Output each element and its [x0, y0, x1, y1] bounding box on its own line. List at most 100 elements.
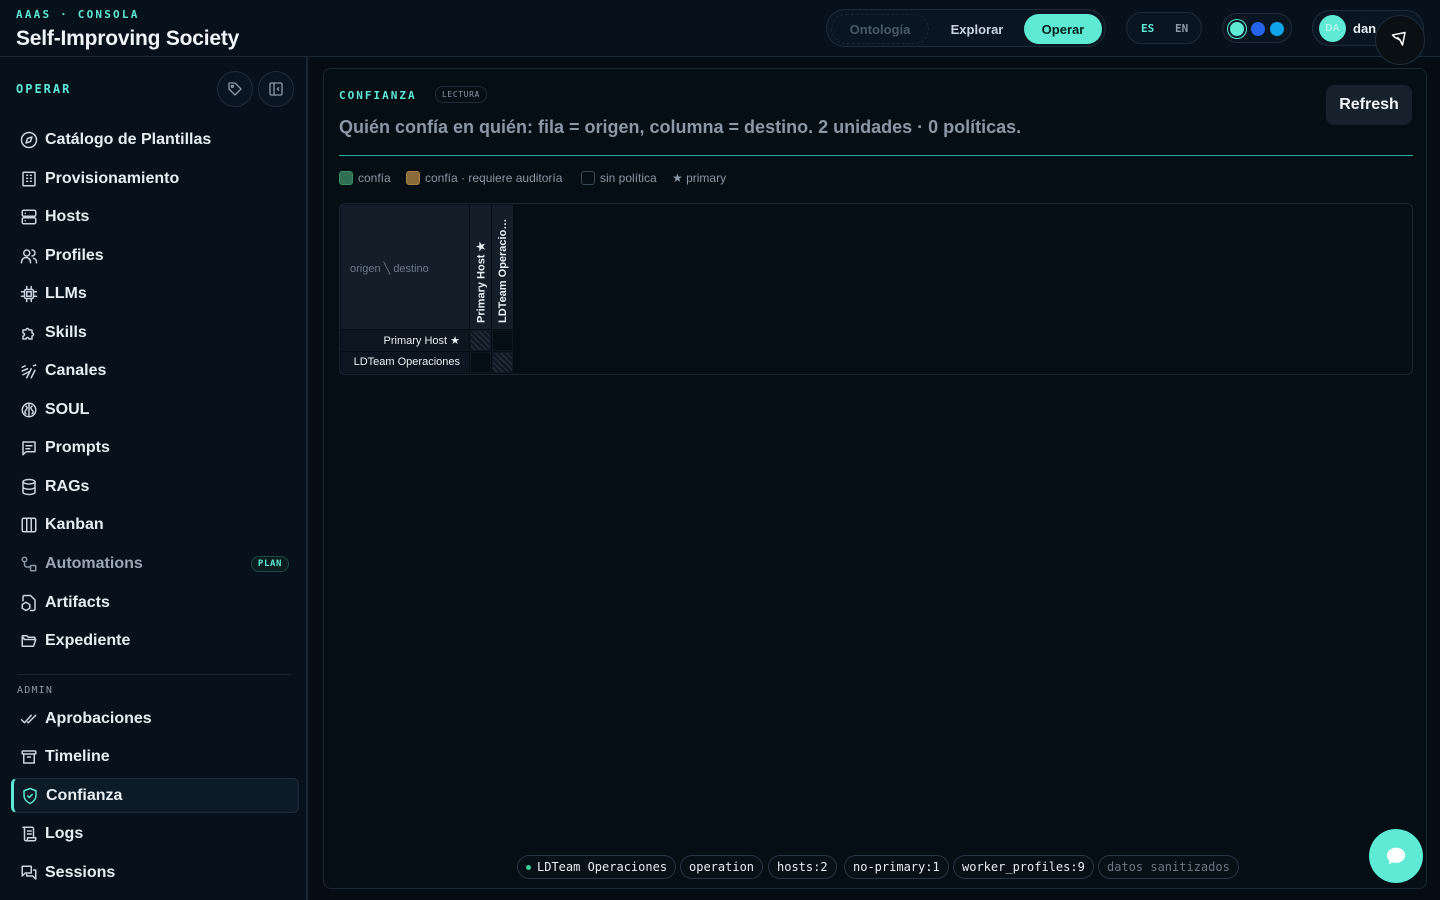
- building-icon: [22, 171, 36, 187]
- antenna-icon: [21, 364, 37, 379]
- theme-switch: [1222, 13, 1292, 43]
- chat-bubble-icon: [1386, 847, 1406, 865]
- sidebar-item-llms[interactable]: LLMs: [11, 276, 299, 311]
- sidebar-item-label: Hosts: [45, 208, 90, 225]
- matrix-column-header[interactable]: Primary Host ★: [470, 205, 491, 329]
- sidebar-item-profiles[interactable]: Profiles: [11, 238, 299, 273]
- matrix-row-header[interactable]: LDTeam Operaciones: [341, 352, 469, 373]
- sidebar-item-catalogo[interactable]: Catálogo de Plantillas: [11, 122, 299, 157]
- database-icon: [22, 478, 36, 496]
- matrix-row-header[interactable]: Primary Host ★: [341, 330, 469, 351]
- mode-ontologia-button[interactable]: Ontología: [831, 14, 929, 44]
- sidebar-item-label: Automations: [45, 555, 143, 572]
- app-title: Self-Improving Society: [16, 27, 240, 50]
- brain-icon: [21, 402, 37, 418]
- chip-team: LDTeam Operaciones: [517, 855, 677, 879]
- sidebar-item-prompts[interactable]: Prompts: [11, 430, 299, 465]
- chat-button[interactable]: [1369, 829, 1423, 883]
- sidebar-item-label: Timeline: [45, 748, 110, 765]
- lang-es-button[interactable]: ES: [1141, 22, 1154, 35]
- trust-panel: CONFIANZA LECTURA Quién confía en quién:…: [323, 68, 1427, 889]
- chip-mode: operation: [680, 855, 764, 879]
- sidebar-item-label: Artifacts: [45, 594, 110, 611]
- matrix-column-label: LDTeam Operacio…: [496, 218, 509, 323]
- matrix-corner-label: origen ╲ destino: [350, 263, 429, 275]
- sidebar-item-skills[interactable]: Skills: [11, 315, 299, 350]
- legend-swatch-trusts: [339, 171, 353, 185]
- theme-blue-button[interactable]: [1251, 22, 1265, 36]
- pin-tool-button[interactable]: [1375, 15, 1425, 65]
- matrix-row-label: Primary Host ★: [383, 335, 460, 347]
- legend-item-no-policy: sin política: [581, 171, 657, 185]
- chip-no-primary: no-primary:1: [844, 855, 949, 879]
- server-icon: [21, 209, 37, 225]
- chip-worker-profiles: worker_profiles:9: [953, 855, 1094, 879]
- matrix-cell[interactable]: [492, 330, 513, 351]
- legend-label: confía · requiere auditoría: [425, 171, 563, 185]
- status-dot: [526, 864, 531, 870]
- header-rule: [339, 155, 1413, 156]
- panel-kicker: CONFIANZA: [339, 89, 417, 102]
- compass-icon: [20, 131, 38, 149]
- sidebar-item-canales[interactable]: Canales: [11, 353, 299, 388]
- sidebar-item-label: Catálogo de Plantillas: [45, 131, 212, 148]
- sidebar-item-label: Logs: [45, 825, 84, 842]
- legend-item-primary: ★ primary: [672, 171, 726, 185]
- sidebar-item-label: SOUL: [45, 401, 90, 418]
- sidebar-divider: [17, 674, 291, 675]
- sidebar-item-expediente[interactable]: Expediente: [11, 623, 299, 658]
- sidebar-item-label: Skills: [45, 324, 87, 341]
- scroll-text-icon: [22, 826, 37, 842]
- refresh-button[interactable]: Refresh: [1326, 85, 1412, 125]
- tags-button[interactable]: [217, 71, 253, 107]
- sidebar-item-hosts[interactable]: Hosts: [11, 199, 299, 234]
- user-name: dan: [1353, 21, 1377, 36]
- file-box-icon: [21, 594, 36, 612]
- trust-matrix: origen ╲ destino Primary Host ★ LDTeam O…: [339, 203, 1413, 375]
- sidebar-item-logs[interactable]: Logs: [11, 816, 299, 851]
- chip-label: LDTeam Operaciones: [537, 860, 668, 874]
- sidebar-item-confianza[interactable]: Confianza: [11, 778, 299, 813]
- matrix-cell[interactable]: [470, 352, 491, 373]
- sidebar: OPERAR Catálogo de Plantillas Provisiona…: [0, 57, 308, 900]
- folder-open-icon: [21, 635, 37, 647]
- users-icon: [20, 249, 38, 264]
- matrix-column-label: Primary Host ★: [475, 241, 487, 323]
- lang-en-button[interactable]: EN: [1175, 22, 1188, 35]
- sidebar-item-timeline[interactable]: Timeline: [11, 739, 299, 774]
- mode-explorar-button[interactable]: Explorar: [933, 14, 1021, 44]
- plan-badge: PLAN: [250, 556, 289, 572]
- sidebar-item-automations[interactable]: Automations PLAN: [11, 546, 299, 581]
- chip-label: hosts:2: [777, 860, 828, 874]
- legend-label: sin política: [600, 171, 657, 185]
- readonly-badge: LECTURA: [435, 86, 487, 103]
- matrix-column-header[interactable]: LDTeam Operacio…: [492, 205, 513, 329]
- theme-teal-button[interactable]: [1230, 22, 1244, 36]
- sidebar-item-label: Canales: [45, 362, 107, 379]
- sidebar-item-rags[interactable]: RAGs: [11, 469, 299, 504]
- language-switch: ES EN: [1126, 12, 1202, 44]
- workflow-icon: [21, 556, 37, 572]
- sidebar-title: OPERAR: [16, 82, 72, 96]
- sidebar-item-sessions[interactable]: Sessions: [11, 855, 299, 890]
- chip-label: datos sanitizados: [1107, 860, 1230, 874]
- sidebar-item-kanban[interactable]: Kanban: [11, 507, 299, 542]
- chip-hosts: hosts:2: [768, 855, 837, 879]
- sidebar-item-label: RAGs: [45, 478, 90, 495]
- collapse-sidebar-button[interactable]: [258, 71, 294, 107]
- puzzle-icon: [22, 327, 35, 340]
- sidebar-item-soul[interactable]: SOUL: [11, 392, 299, 427]
- theme-sky-button[interactable]: [1270, 22, 1284, 36]
- legend-item-trusts-audit: confía · requiere auditoría: [406, 171, 562, 185]
- matrix-row-label: LDTeam Operaciones: [353, 356, 460, 368]
- sidebar-item-provisionamiento[interactable]: Provisionamiento: [11, 161, 299, 196]
- sidebar-item-label: Expediente: [45, 632, 131, 649]
- sidebar-item-label: Kanban: [45, 516, 104, 533]
- sidebar-item-aprobaciones[interactable]: Aprobaciones: [11, 701, 299, 736]
- sidebar-item-artifacts[interactable]: Artifacts: [11, 585, 299, 620]
- sidebar-section-admin: ADMIN: [17, 685, 54, 696]
- check-check-icon: [20, 714, 37, 724]
- legend-label: ★ primary: [672, 171, 727, 185]
- brand-kicker: AAAS · CONSOLA: [16, 8, 140, 21]
- mode-operar-button[interactable]: Operar: [1024, 14, 1102, 44]
